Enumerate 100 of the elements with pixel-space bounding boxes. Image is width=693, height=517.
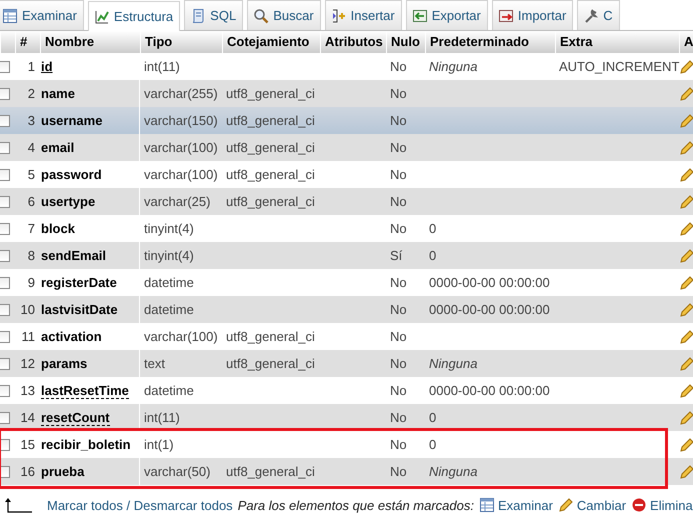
column-name: recibir_boletin: [41, 437, 131, 452]
tab[interactable]: Buscar: [247, 0, 321, 30]
column-type: varchar(25): [143, 194, 212, 209]
pencil-icon[interactable]: [679, 58, 693, 74]
row-number: 5: [26, 167, 36, 182]
action-link[interactable]: Elimina: [631, 497, 693, 513]
collation: utf8_general_ci: [225, 194, 316, 209]
row-number: 12: [20, 356, 36, 371]
column-name: lastResetTime: [41, 383, 129, 399]
checkbox[interactable]: [0, 358, 10, 370]
pencil-icon[interactable]: [679, 464, 693, 480]
column-name: usertype: [41, 194, 96, 209]
default-value: 0000-00-00 00:00:00: [428, 302, 551, 317]
row-number: 3: [26, 113, 36, 128]
pencil-icon[interactable]: [679, 140, 693, 156]
pencil-icon[interactable]: [679, 220, 693, 236]
default-value: 0000-00-00 00:00:00: [428, 275, 551, 290]
check-all-link[interactable]: Marcar todos / Desmarcar todos: [47, 498, 233, 512]
row-number: 9: [26, 275, 36, 290]
pencil-icon[interactable]: [679, 194, 693, 210]
corner-arrow-icon: [4, 497, 32, 513]
collation: utf8_general_ci: [225, 329, 316, 344]
null-value: No: [389, 329, 408, 344]
column-type: varchar(255): [143, 86, 219, 101]
pencil-icon[interactable]: [679, 410, 693, 426]
checkbox[interactable]: [0, 60, 10, 72]
checkbox[interactable]: [0, 330, 10, 342]
column-name: block: [41, 221, 75, 236]
column-name: name: [41, 86, 75, 101]
column-type: datetime: [143, 302, 195, 317]
checkbox[interactable]: [0, 412, 10, 424]
checkbox[interactable]: [0, 276, 10, 288]
row-number: 14: [20, 410, 36, 425]
collation: utf8_general_ci: [225, 140, 316, 155]
selection-prompt: Para los elementos que están marcados:: [238, 498, 474, 512]
pencil-icon[interactable]: [679, 436, 693, 452]
tab[interactable]: C: [577, 0, 620, 30]
null-value: No: [389, 113, 408, 128]
default-value: 0: [428, 437, 438, 452]
tab[interactable]: Importar: [492, 0, 574, 30]
checkbox[interactable]: [0, 438, 10, 450]
column-type: int(1): [143, 437, 175, 452]
pencil-icon[interactable]: [679, 274, 693, 290]
checkbox[interactable]: [0, 168, 10, 180]
pencil-icon[interactable]: [679, 248, 693, 264]
extra-value: AUTO_INCREMENT: [558, 59, 679, 74]
tab[interactable]: Examinar: [0, 0, 84, 30]
search-icon: [253, 8, 270, 24]
null-value: No: [389, 59, 408, 74]
column-type: int(11): [143, 410, 181, 425]
tab[interactable]: Exportar: [406, 0, 488, 30]
column-name: registerDate: [41, 275, 117, 290]
column-name: params: [41, 356, 88, 371]
pencil-icon[interactable]: [679, 86, 693, 102]
null-value: No: [389, 410, 408, 425]
pencil-icon[interactable]: [679, 112, 693, 128]
column-name: prueba: [41, 464, 84, 479]
null-value: No: [389, 167, 408, 182]
checkbox[interactable]: [0, 384, 10, 396]
checkbox[interactable]: [0, 88, 10, 100]
pencil-icon[interactable]: [679, 328, 693, 344]
default-value: 0: [428, 221, 438, 236]
row-number: 2: [26, 86, 36, 101]
default-value: 0: [428, 248, 438, 263]
row-number: 10: [20, 302, 36, 317]
import-icon: [498, 8, 514, 24]
column-type: varchar(100): [143, 140, 219, 155]
column-name: lastvisitDate: [41, 302, 118, 317]
tab[interactable]: Estructura: [88, 1, 180, 31]
column-type: varchar(100): [143, 329, 219, 344]
row-number: 4: [26, 140, 36, 155]
tab[interactable]: SQL: [184, 0, 244, 30]
checkbox[interactable]: [0, 250, 10, 262]
checkbox[interactable]: [0, 466, 10, 478]
wrench-icon: [583, 8, 600, 24]
pencil-icon[interactable]: [679, 382, 693, 398]
pencil-icon[interactable]: [679, 356, 693, 372]
delete-icon: [631, 497, 648, 513]
tab[interactable]: Insertar: [324, 0, 402, 30]
pencil-icon[interactable]: [679, 302, 693, 318]
null-value: No: [389, 302, 408, 317]
column-type: varchar(100): [143, 167, 219, 182]
column-type: tinyint(4): [143, 221, 195, 236]
collation: utf8_general_ci: [225, 86, 316, 101]
pencil-icon[interactable]: [679, 166, 693, 182]
checkbox[interactable]: [0, 196, 10, 208]
row-number: 13: [20, 383, 36, 398]
row-number: 7: [26, 221, 36, 236]
checkbox[interactable]: [0, 222, 10, 234]
checkbox[interactable]: [0, 114, 10, 126]
action-link[interactable]: Examinar: [479, 497, 553, 513]
checkbox[interactable]: [0, 142, 10, 154]
table-icon: [2, 8, 18, 24]
collation: utf8_general_ci: [225, 113, 316, 128]
column-name: email: [41, 140, 74, 155]
action-link[interactable]: Cambiar: [558, 497, 626, 513]
column-name: password: [41, 167, 102, 182]
checkbox[interactable]: [0, 304, 10, 316]
row-number: 1: [26, 59, 36, 74]
column-type: text: [143, 356, 166, 371]
